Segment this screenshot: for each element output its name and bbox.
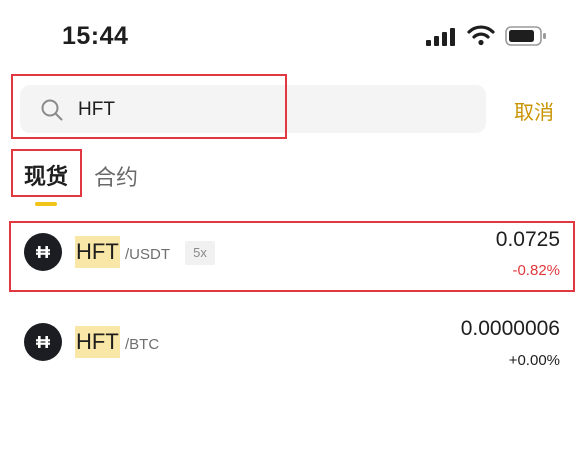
search-input[interactable] [76,95,460,125]
base-symbol: HFT [75,236,120,268]
quote-symbol: /USDT [125,246,170,263]
price: 0.0725 [495,228,560,251]
result-row-hft-btc[interactable]: HFT /BTC 0.0000006 +0.00% [0,306,584,378]
battery-icon [505,26,546,46]
change-percent: -0.82% [512,262,560,279]
tab-spot[interactable]: 现货 [24,159,68,191]
status-bar: 15:44 [0,0,584,74]
hashflow-icon [36,336,50,348]
price: 0.0000006 [460,317,560,340]
hft-logo-icon [24,323,62,361]
wifi-icon [467,25,495,46]
status-time: 15:44 [62,22,129,50]
quote-symbol: /BTC [125,336,160,353]
tab-indicator [35,202,57,206]
search-icon [41,99,63,121]
change-percent: +0.00% [508,352,560,369]
result-row-hft-usdt[interactable]: HFT /USDT 5x 0.0725 -0.82% [0,218,584,290]
search-bar[interactable] [20,85,486,133]
hft-logo-icon [24,233,62,271]
leverage-badge: 5x [185,241,215,265]
hashflow-icon [36,246,50,258]
cancel-button[interactable]: 取消 [514,96,554,125]
base-symbol: HFT [75,326,120,358]
tab-futures[interactable]: 合约 [94,160,138,192]
signal-icon [426,28,455,46]
